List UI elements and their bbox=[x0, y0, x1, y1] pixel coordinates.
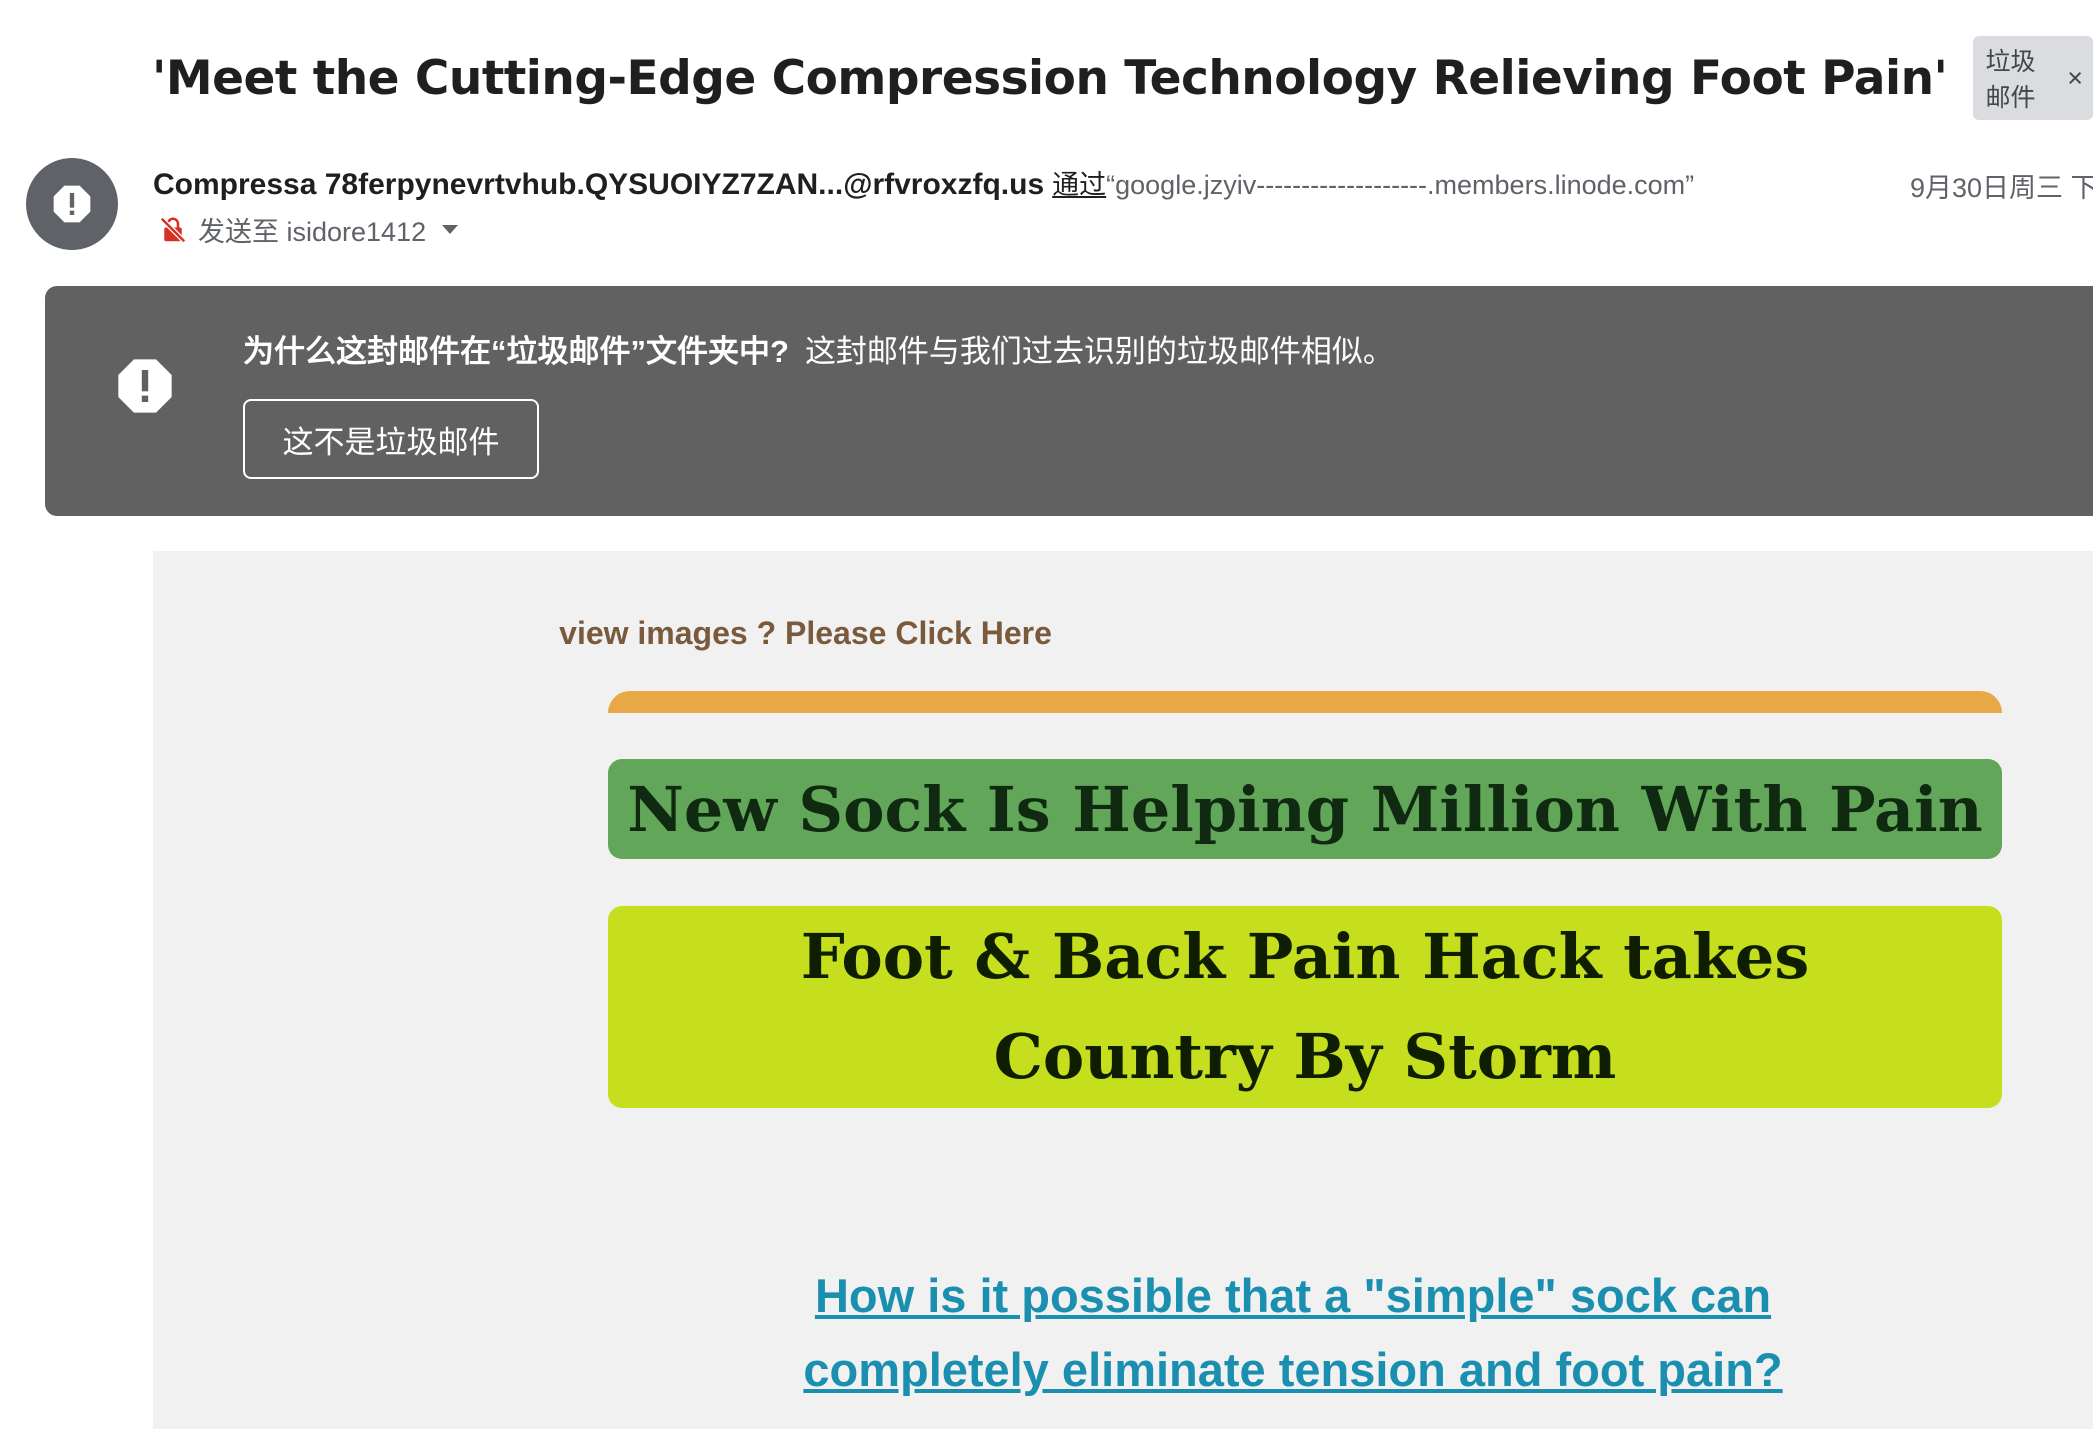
headline-banner-lime: Foot & Back Pain Hack takes Country By S… bbox=[608, 906, 2002, 1108]
alert-octagon-icon bbox=[53, 185, 91, 223]
via-link[interactable]: 通过 bbox=[1052, 163, 1106, 202]
headline-banner-green: New Sock Is Helping Million With Pain bbox=[608, 759, 2002, 859]
spam-label-chip[interactable]: 垃圾邮件 × bbox=[1973, 36, 2093, 120]
email-subject: 'Meet the Cutting-Edge Compression Techn… bbox=[152, 50, 1948, 106]
headline-2: Foot & Back Pain Hack takes Country By S… bbox=[800, 920, 1810, 1093]
unsecure-lock-icon bbox=[159, 216, 187, 243]
sender-name[interactable]: Compressa 78ferpynevrtvhub.QYSUOIYZ7ZAN.… bbox=[153, 168, 1044, 202]
label-chip-text: 垃圾邮件 bbox=[1985, 48, 2036, 112]
spam-warning-banner: 为什么这封邮件在“垃圾邮件”文件夹中? 这封邮件与我们过去识别的垃圾邮件相似。 这… bbox=[45, 286, 2093, 516]
banner-text: 为什么这封邮件在“垃圾邮件”文件夹中? 这封邮件与我们过去识别的垃圾邮件相似。 bbox=[243, 326, 1394, 371]
banner-explanation: 这封邮件与我们过去识别的垃圾邮件相似。 bbox=[804, 334, 1394, 369]
sock-question-link[interactable]: How is it possible that a "simple" sock … bbox=[793, 1259, 1793, 1407]
headline-1: New Sock Is Helping Million With Pain bbox=[627, 772, 1983, 846]
sender-avatar[interactable] bbox=[26, 158, 118, 250]
via-domain: “google.jzyiv-------------------.members… bbox=[1106, 170, 1695, 200]
recipient-line: 发送至 isidore1412 bbox=[158, 210, 459, 249]
view-images-link[interactable]: view images ? Please Click Here bbox=[153, 615, 1458, 652]
not-spam-button[interactable]: 这不是垃圾邮件 bbox=[243, 399, 539, 479]
details-chevron-down-icon[interactable] bbox=[442, 225, 459, 234]
alert-octagon-icon bbox=[118, 359, 172, 413]
subject-row: 'Meet the Cutting-Edge Compression Techn… bbox=[152, 36, 2093, 120]
email-date: 9月30日周三 下 bbox=[1910, 173, 2093, 203]
remove-label-icon[interactable]: × bbox=[2067, 64, 2083, 92]
email-body: view images ? Please Click Here New Sock… bbox=[153, 551, 2093, 1429]
orange-divider-bar bbox=[608, 691, 2002, 713]
banner-question: 为什么这封邮件在“垃圾邮件”文件夹中? bbox=[243, 334, 789, 369]
sender-line: Compressa 78ferpynevrtvhub.QYSUOIYZ7ZAN.… bbox=[153, 163, 1694, 202]
recipient-text: 发送至 isidore1412 bbox=[198, 217, 427, 247]
